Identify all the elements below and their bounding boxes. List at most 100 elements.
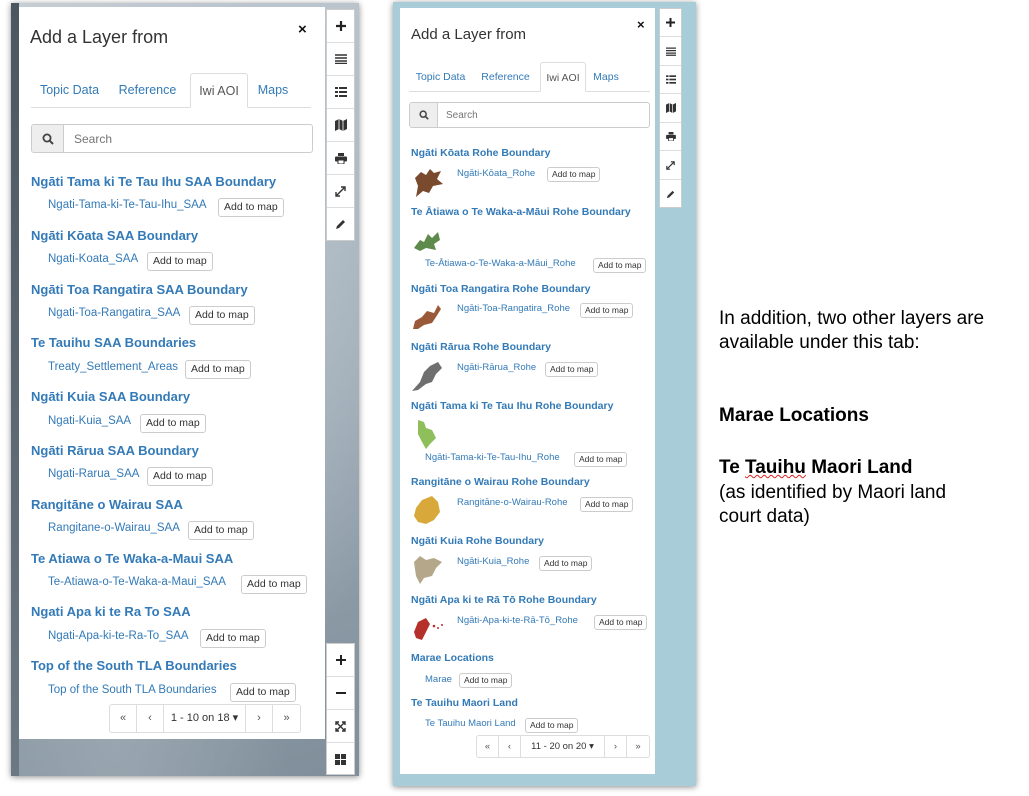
add-layer-button[interactable]	[660, 9, 681, 37]
add-to-map-button[interactable]: Add to map	[140, 414, 206, 433]
add-to-map-button[interactable]: Add to map	[185, 360, 251, 379]
layer-name[interactable]: Te-Atiawa-o-Te-Waka-a-Maui_SAA	[48, 576, 226, 588]
print-button[interactable]	[327, 142, 354, 175]
tab-reference[interactable]: Reference	[110, 73, 185, 108]
layer-title[interactable]: Ngāti Kuia Rohe Boundary	[411, 535, 544, 547]
layer-title[interactable]: Te Tauihu SAA Boundaries	[31, 335, 196, 350]
expand-button[interactable]	[327, 175, 354, 208]
layer-name[interactable]: Te-Ātiawa-o-Te-Waka-a-Māui_Rohe	[425, 258, 576, 269]
layer-name[interactable]: Treaty_Settlement_Areas	[48, 361, 178, 373]
layer-title[interactable]: Ngāti Kōata Rohe Boundary	[411, 147, 550, 159]
page-range-dropdown[interactable]: 1 - 10 on 18 ▾	[164, 705, 246, 732]
next-page-button[interactable]: ›	[246, 705, 273, 732]
layer-title[interactable]: Ngāti Toa Rangatira SAA Boundary	[31, 282, 248, 297]
layer-title[interactable]: Ngāti Rārua Rohe Boundary	[411, 341, 551, 353]
layer-name[interactable]: Ngati-Koata_SAA	[48, 253, 138, 265]
layer-name[interactable]: Ngāti-Toa-Rangatira_Rohe	[457, 303, 570, 314]
fullscreen-button[interactable]	[327, 710, 354, 743]
layer-name[interactable]: Ngāti-Kōata_Rohe	[457, 168, 535, 179]
legend-button[interactable]	[327, 76, 354, 109]
layer-title[interactable]: Te Tauihu Maori Land	[411, 697, 518, 709]
layers-list-button[interactable]	[660, 37, 681, 66]
add-to-map-button[interactable]: Add to map	[188, 521, 254, 540]
tab-maps[interactable]: Maps	[253, 73, 293, 108]
last-page-button[interactable]: »	[273, 705, 300, 732]
layer-name[interactable]: Top of the South TLA Boundaries	[48, 684, 217, 696]
add-to-map-button[interactable]: Add to map	[547, 167, 601, 182]
layer-name[interactable]: Ngāti-Rārua_Rohe	[457, 362, 536, 373]
layer-name[interactable]: Ngāti-Tama-ki-Te-Tau-Ihu_Rohe	[425, 452, 560, 463]
tab-topic-data[interactable]: Topic Data	[409, 62, 472, 92]
add-to-map-button[interactable]: Add to map	[593, 258, 647, 273]
layer-name[interactable]: Ngati-Toa-Rangatira_SAA	[48, 307, 180, 319]
basemap-button[interactable]	[327, 109, 354, 142]
add-to-map-button[interactable]: Add to map	[539, 556, 593, 571]
expand-button[interactable]	[660, 151, 681, 180]
layer-title[interactable]: Te Ātiawa o Te Waka-a-Māui Rohe Boundary	[411, 206, 631, 218]
tab-topic-data[interactable]: Topic Data	[31, 73, 108, 108]
next-page-button[interactable]: ›	[605, 736, 627, 757]
add-to-map-button[interactable]: Add to map	[525, 718, 579, 733]
layer-title[interactable]: Rangitāne o Wairau Rohe Boundary	[411, 476, 590, 488]
draw-button[interactable]	[660, 180, 681, 208]
add-to-map-button[interactable]: Add to map	[574, 452, 628, 467]
add-to-map-button[interactable]: Add to map	[230, 683, 296, 702]
overview-button[interactable]	[327, 743, 354, 776]
draw-button[interactable]	[327, 208, 354, 241]
layers-list-button[interactable]	[327, 43, 354, 76]
layer-title[interactable]: Ngāti Tama ki Te Tau Ihu Rohe Boundary	[411, 400, 613, 412]
close-icon[interactable]: ×	[637, 17, 645, 32]
layer-name[interactable]: Marae	[425, 674, 452, 685]
layer-title[interactable]: Rangitāne o Wairau SAA	[31, 497, 183, 512]
layer-name[interactable]: Te Tauihu Maori Land	[425, 718, 516, 729]
layer-name[interactable]: Rangitane-o-Wairau_SAA	[48, 522, 180, 534]
layer-title[interactable]: Te Atiawa o Te Waka-a-Maui SAA	[31, 551, 233, 566]
add-to-map-button[interactable]: Add to map	[200, 629, 266, 648]
layer-name[interactable]: Rangitāne-o-Wairau-Rohe	[457, 497, 568, 508]
layer-title[interactable]: Ngāti Kōata SAA Boundary	[31, 228, 198, 243]
layer-name[interactable]: Ngati-Kuia_SAA	[48, 415, 131, 427]
basemap-button[interactable]	[660, 94, 681, 123]
add-to-map-button[interactable]: Add to map	[147, 252, 213, 271]
tab-maps[interactable]: Maps	[589, 62, 623, 92]
layer-title[interactable]: Top of the South TLA Boundaries	[31, 658, 237, 673]
tab-reference[interactable]: Reference	[473, 62, 538, 92]
layer-name[interactable]: Ngāti-Kuia_Rohe	[457, 556, 529, 567]
layer-title[interactable]: Ngāti Toa Rangatira Rohe Boundary	[411, 283, 591, 295]
tab-iwi-aoi[interactable]: Iwi AOI	[540, 62, 586, 92]
close-icon[interactable]: ×	[298, 21, 307, 38]
layer-name[interactable]: Ngati-Rarua_SAA	[48, 468, 139, 480]
layer-name[interactable]: Ngati-Tama-ki-Te-Tau-Ihu_SAA	[48, 199, 207, 211]
layer-title[interactable]: Ngāti Tama ki Te Tau Ihu SAA Boundary	[31, 174, 276, 189]
prev-page-button[interactable]: ‹	[137, 705, 164, 732]
first-page-button[interactable]: «	[110, 705, 137, 732]
legend-button[interactable]	[660, 66, 681, 94]
first-page-button[interactable]: «	[477, 736, 499, 757]
layer-title[interactable]: Marae Locations	[411, 652, 494, 664]
search-input[interactable]	[66, 125, 312, 152]
add-to-map-button[interactable]: Add to map	[459, 673, 513, 688]
add-to-map-button[interactable]: Add to map	[147, 467, 213, 486]
add-to-map-button[interactable]: Add to map	[218, 198, 284, 217]
print-button[interactable]	[660, 123, 681, 151]
add-to-map-button[interactable]: Add to map	[580, 497, 634, 512]
layer-title[interactable]: Ngāti Apa ki te Rā Tō Rohe Boundary	[411, 594, 597, 606]
prev-page-button[interactable]: ‹	[499, 736, 521, 757]
layer-title[interactable]: Ngāti Kuia SAA Boundary	[31, 389, 190, 404]
layer-title[interactable]: Ngati Apa ki te Ra To SAA	[31, 604, 191, 619]
zoom-out-button[interactable]	[327, 677, 354, 710]
layer-name[interactable]: Ngāti-Apa-ki-te-Rā-Tō_Rohe	[457, 615, 578, 626]
last-page-button[interactable]: »	[627, 736, 649, 757]
tab-iwi-aoi[interactable]: Iwi AOI	[190, 73, 248, 108]
add-to-map-button[interactable]: Add to map	[241, 575, 307, 594]
add-layer-button[interactable]	[327, 10, 354, 43]
search-input[interactable]	[440, 103, 649, 127]
add-to-map-button[interactable]: Add to map	[594, 615, 648, 630]
add-to-map-button[interactable]: Add to map	[545, 362, 599, 377]
zoom-in-button[interactable]	[327, 644, 354, 677]
add-to-map-button[interactable]: Add to map	[580, 303, 634, 318]
page-range-dropdown[interactable]: 11 - 20 on 20 ▾	[521, 736, 605, 757]
layer-title[interactable]: Ngāti Rārua SAA Boundary	[31, 443, 199, 458]
layer-name[interactable]: Ngati-Apa-ki-te-Ra-To_SAA	[48, 630, 189, 642]
add-to-map-button[interactable]: Add to map	[189, 306, 255, 325]
